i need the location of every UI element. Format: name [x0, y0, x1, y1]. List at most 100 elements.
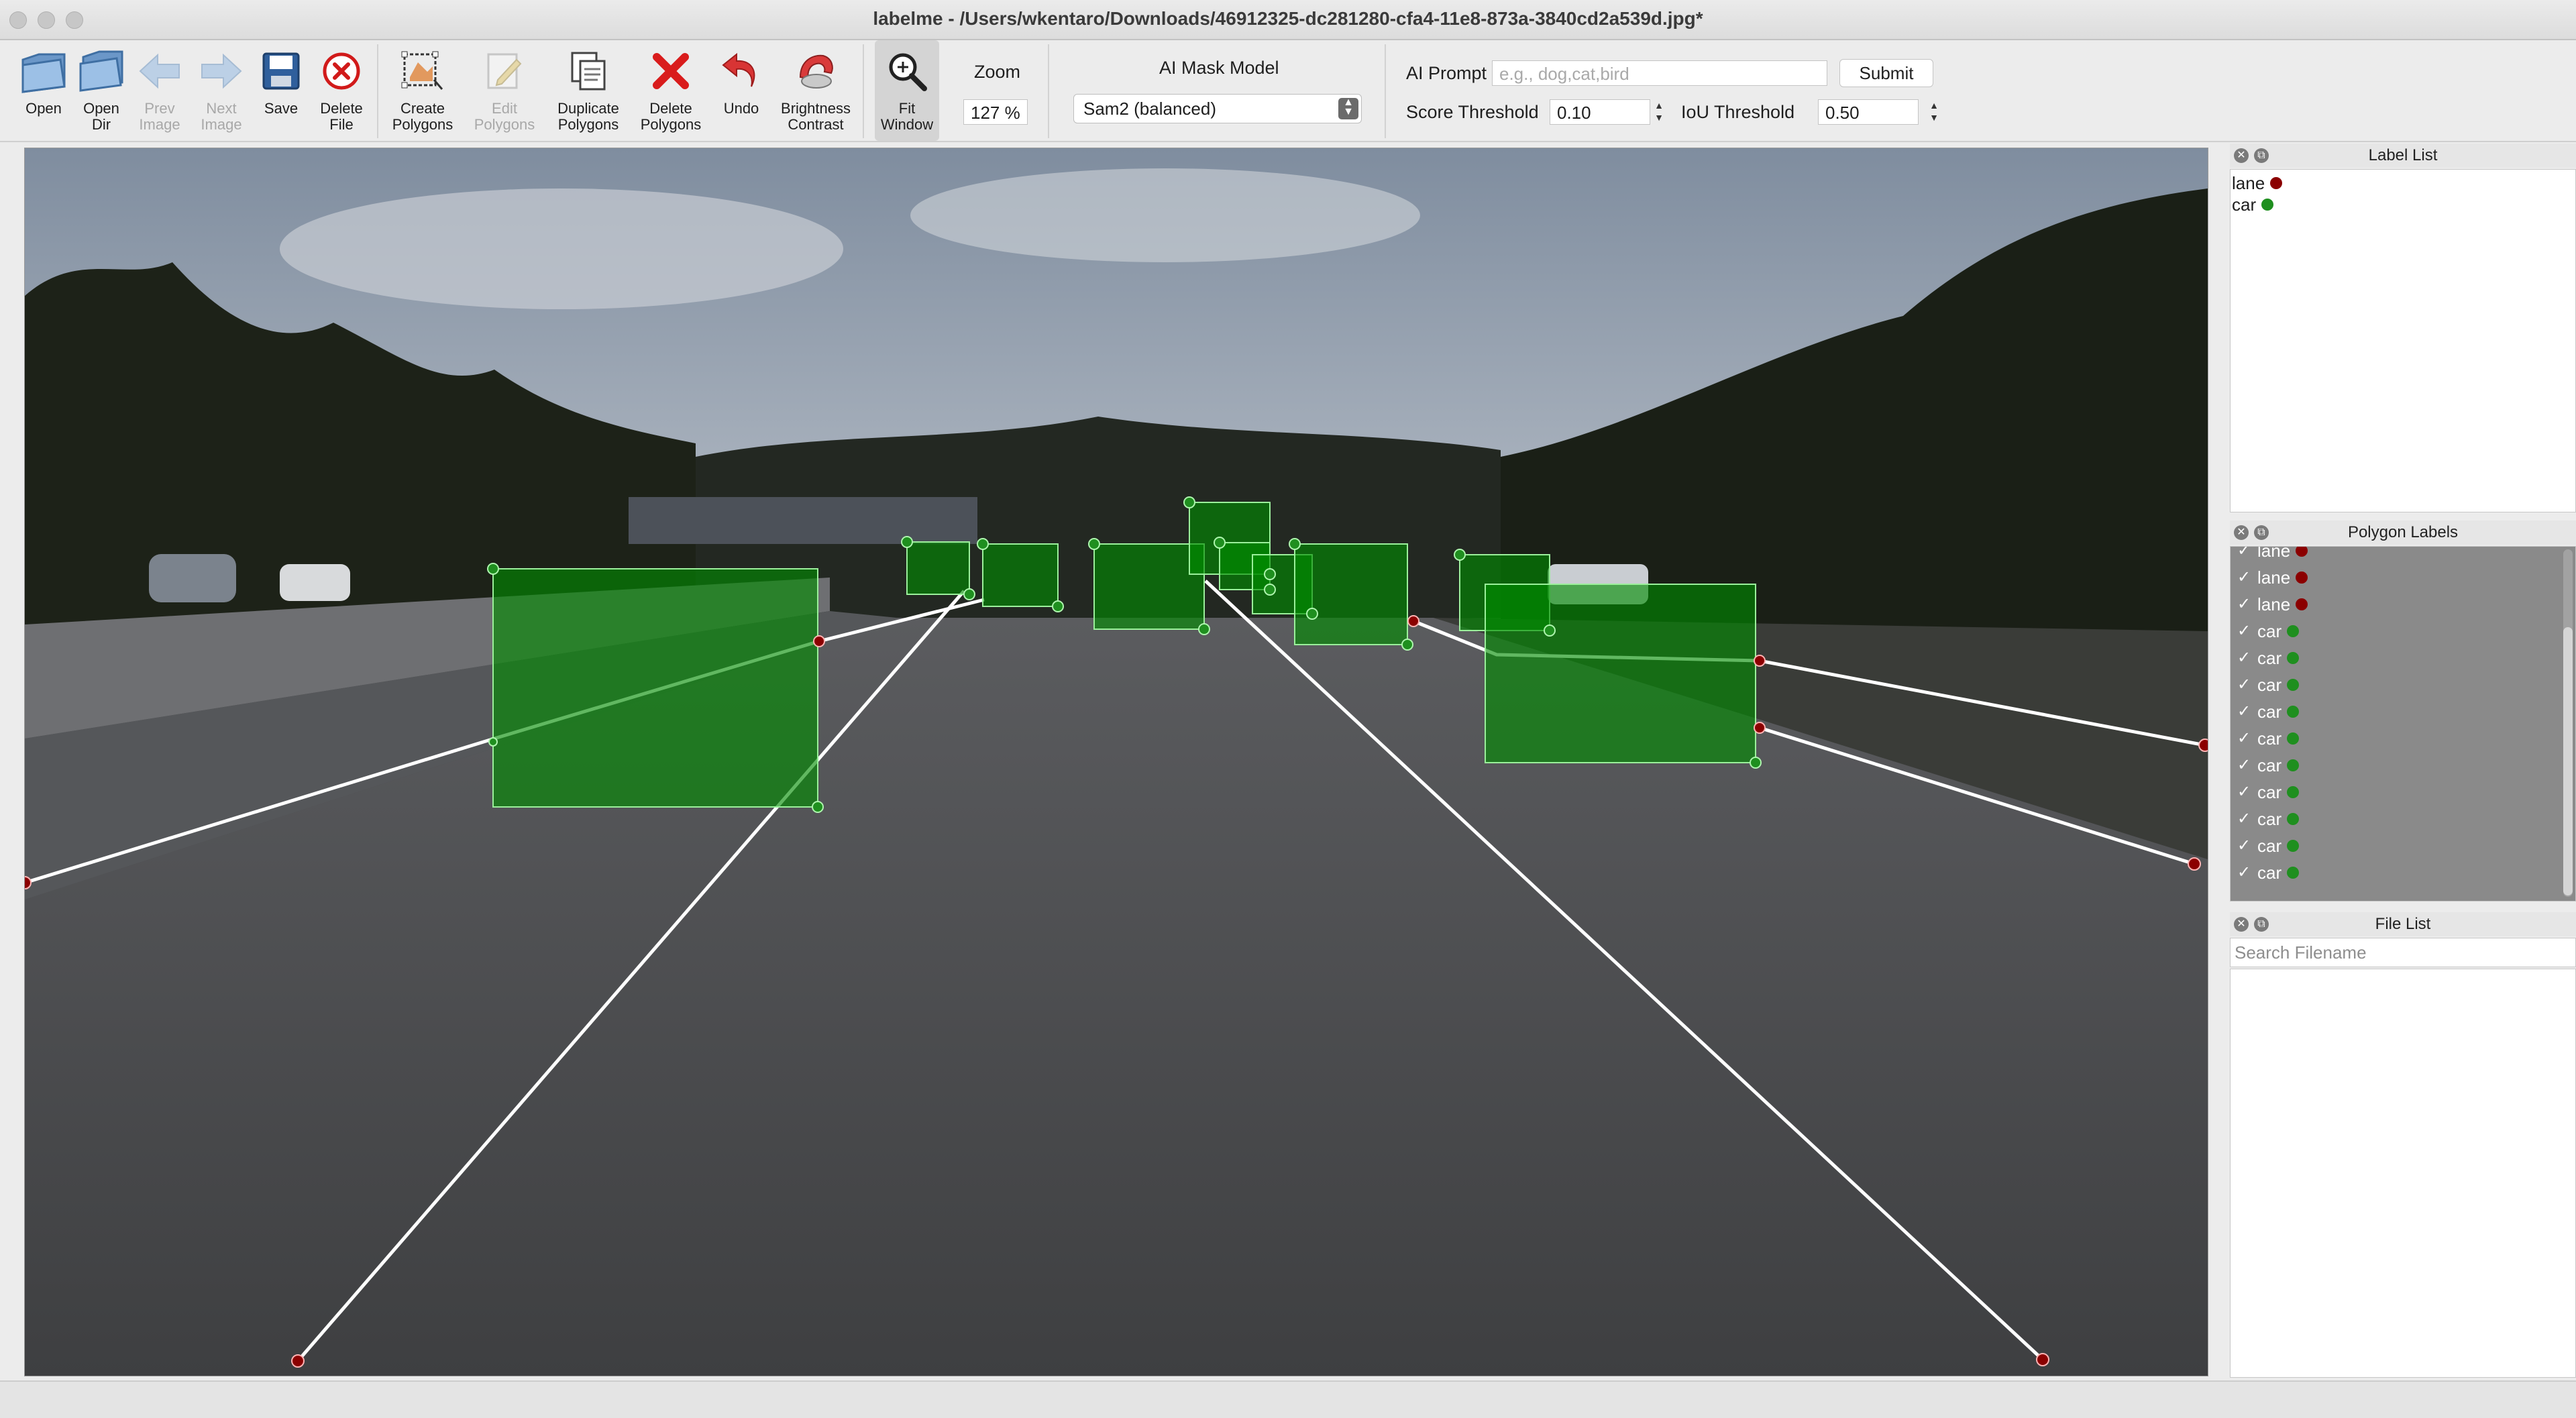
checkbox-checked-icon[interactable]: ✓ [2231, 564, 2257, 591]
car-color-dot [2287, 867, 2300, 879]
score-threshold-label: Score Threshold [1406, 102, 1539, 122]
checkbox-checked-icon[interactable]: ✓ [2231, 671, 2257, 698]
file-list-header: ✕ ⧉ File List [2230, 912, 2576, 936]
search-filename-input[interactable]: Search Filename [2230, 938, 2576, 967]
label-list-item[interactable]: car [2232, 194, 2274, 215]
undo-label: Undo [723, 100, 759, 117]
edit-pencil-icon [478, 44, 531, 98]
checkbox-checked-icon[interactable]: ✓ [2231, 806, 2257, 832]
open-dir-button[interactable]: Open Dir [74, 40, 129, 141]
label-list-dock: ✕ ⧉ Label List lane car [2230, 144, 2576, 514]
car-color-dot [2287, 652, 2300, 664]
polygon-label-row[interactable]: ✓ car [2231, 859, 2300, 886]
file-list-body[interactable] [2230, 969, 2576, 1378]
create-polygons-button[interactable]: Create Polygons [388, 40, 458, 141]
undo-button[interactable]: Undo [714, 40, 769, 141]
polygon-label-row[interactable]: ✓ car [2231, 832, 2300, 859]
polygon-label-row[interactable]: ✓ car [2231, 779, 2300, 806]
edit-polygons-button[interactable]: Edit Polygons [470, 40, 539, 141]
zoom-value-field[interactable]: 127 % [963, 99, 1028, 125]
road-scene-image [25, 148, 2208, 1376]
polygon-labels-header: ✕ ⧉ Polygon Labels [2230, 521, 2576, 545]
label-list-item[interactable]: lane [2232, 172, 2283, 194]
checkbox-checked-icon[interactable]: ✓ [2231, 832, 2257, 859]
arrow-right-icon [195, 44, 248, 98]
iou-threshold-input[interactable]: 0.50 [1818, 99, 1919, 125]
car-color-dot [2287, 813, 2300, 825]
close-icon[interactable]: ✕ [2234, 917, 2249, 932]
close-icon[interactable]: ✕ [2234, 148, 2249, 163]
toolbar-separator [1385, 44, 1386, 138]
fit-window-button[interactable]: Fit Window [875, 40, 939, 141]
annotation-canvas[interactable] [24, 148, 2208, 1376]
polygon-label-text: car [2257, 809, 2282, 829]
zoom-fit-icon [880, 44, 934, 98]
delete-polygons-label: Delete Polygons [640, 100, 702, 133]
status-bar [0, 1380, 2576, 1418]
lane-color-dot [2296, 598, 2308, 610]
next-image-button[interactable]: Next Image [193, 40, 250, 141]
car-color-dot [2287, 679, 2300, 691]
folder-stack-icon [74, 44, 128, 98]
checkbox-checked-icon[interactable]: ✓ [2231, 859, 2257, 886]
car-color-dot [2287, 759, 2300, 771]
open-dir-label: Open Dir [83, 100, 119, 133]
open-button[interactable]: Open [16, 40, 71, 141]
brightness-contrast-icon [789, 44, 843, 98]
ai-mask-model-label: AI Mask Model [1159, 58, 1279, 78]
close-icon[interactable]: ✕ [2234, 525, 2249, 540]
save-button[interactable]: Save [254, 40, 309, 141]
polygon-label-text: car [2257, 782, 2282, 802]
score-threshold-input[interactable]: 0.10 [1550, 99, 1650, 125]
fit-window-label: Fit Window [880, 100, 934, 133]
ai-mask-model-select[interactable]: Sam2 (balanced) ▲ ▼ [1073, 94, 1362, 123]
duplicate-polygons-button[interactable]: Duplicate Polygons [551, 40, 625, 141]
delete-file-label: Delete File [320, 100, 363, 133]
delete-polygons-button[interactable]: Delete Polygons [636, 40, 706, 141]
polygon-label-row[interactable]: ✓ car [2231, 725, 2300, 752]
polygon-label-row[interactable]: ✓ lane [2231, 564, 2308, 591]
duplicate-polygons-label: Duplicate Polygons [557, 100, 619, 133]
prev-image-button[interactable]: Prev Image [131, 40, 188, 141]
polygon-label-row[interactable]: ✓ lane [2231, 547, 2308, 564]
polygon-label-row[interactable]: ✓ lane [2231, 591, 2308, 618]
submit-button[interactable]: Submit [1839, 59, 1933, 87]
polygon-label-text: lane [2257, 594, 2291, 614]
polygon-label-row[interactable]: ✓ car [2231, 671, 2300, 698]
polygon-label-row[interactable]: ✓ car [2231, 618, 2300, 645]
polygon-label-row[interactable]: ✓ car [2231, 645, 2300, 671]
checkbox-checked-icon[interactable]: ✓ [2231, 752, 2257, 779]
checkbox-checked-icon[interactable]: ✓ [2231, 645, 2257, 671]
checkbox-checked-icon[interactable]: ✓ [2231, 591, 2257, 618]
file-list-dock: ✕ ⧉ File List Search Filename [2230, 912, 2576, 1379]
open-label: Open [25, 100, 62, 117]
zoom-label: Zoom [974, 62, 1021, 82]
ai-prompt-input[interactable]: e.g., dog,cat,bird [1492, 60, 1827, 86]
checkbox-checked-icon[interactable]: ✓ [2231, 547, 2257, 564]
score-threshold-stepper[interactable]: ▲ ▼ [1650, 99, 1668, 126]
toolbar-separator [863, 44, 864, 138]
float-icon[interactable]: ⧉ [2254, 917, 2269, 932]
checkbox-checked-icon[interactable]: ✓ [2231, 779, 2257, 806]
checkbox-checked-icon[interactable]: ✓ [2231, 698, 2257, 725]
iou-threshold-stepper[interactable]: ▲ ▼ [1925, 99, 1943, 126]
float-icon[interactable]: ⧉ [2254, 148, 2269, 163]
label-list-title: Label List [2368, 146, 2438, 164]
brightness-contrast-label: Brightness Contrast [781, 100, 851, 133]
float-icon[interactable]: ⧉ [2254, 525, 2269, 540]
brightness-contrast-button[interactable]: Brightness Contrast [775, 40, 856, 141]
polygon-list-scroll-thumb[interactable] [2563, 627, 2573, 895]
polygon-label-row[interactable]: ✓ car [2231, 698, 2300, 725]
polygon-labels-list[interactable]: ✓ lane ✓ lane ✓ lane ✓ car ✓ car ✓ car ✓… [2230, 546, 2576, 902]
polygon-label-row[interactable]: ✓ car [2231, 806, 2300, 832]
checkbox-checked-icon[interactable]: ✓ [2231, 618, 2257, 645]
delete-file-button[interactable]: Delete File [313, 40, 370, 141]
polygon-label-row[interactable]: ✓ car [2231, 752, 2300, 779]
toolbar-separator [377, 44, 378, 138]
ai-prompt-label: AI Prompt [1406, 63, 1487, 83]
checkbox-checked-icon[interactable]: ✓ [2231, 725, 2257, 752]
polygon-label-text: car [2257, 648, 2282, 668]
window-title: labelme - /Users/wkentaro/Downloads/4691… [873, 8, 1703, 29]
label-list-header: ✕ ⧉ Label List [2230, 144, 2576, 168]
polygon-label-text: car [2257, 728, 2282, 749]
